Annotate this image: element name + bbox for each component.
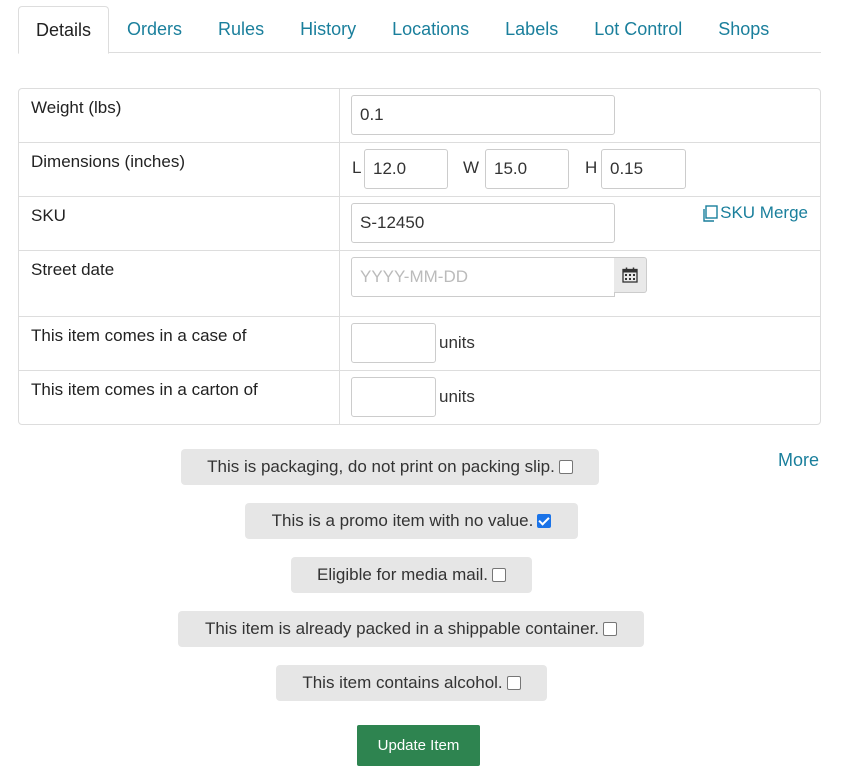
sku-row: SKU SKU Merge	[19, 197, 820, 251]
media-mail-option[interactable]: Eligible for media mail.	[291, 557, 532, 593]
media-mail-option-label: Eligible for media mail.	[316, 565, 488, 584]
calendar-icon	[622, 267, 638, 283]
length-input[interactable]	[364, 149, 448, 189]
media-mail-checkbox[interactable]	[492, 568, 506, 582]
alcohol-checkbox[interactable]	[506, 676, 521, 690]
street-date-label: Street date	[31, 260, 115, 279]
prepacked-checkbox[interactable]	[603, 622, 618, 636]
carton-label: This item comes in a carton of	[31, 380, 258, 399]
weight-row: Weight (lbs)	[19, 89, 820, 143]
packaging-option-label: This is packaging, do not print on packi…	[207, 457, 555, 476]
weight-input[interactable]	[351, 95, 615, 135]
packaging-option[interactable]: This is packaging, do not print on packi…	[181, 449, 599, 485]
more-link[interactable]: More	[778, 450, 819, 471]
case-row: This item comes in a case of units	[19, 317, 820, 371]
promo-checkbox[interactable]	[537, 514, 552, 528]
sku-merge-label: SKU Merge	[720, 203, 808, 222]
dimensions-label: Dimensions (inches)	[31, 152, 185, 171]
length-label: L	[352, 158, 362, 177]
item-details-table: Weight (lbs) Dimensions (inches) L W H S…	[18, 88, 821, 425]
tab-shops[interactable]: Shops	[700, 6, 787, 53]
prepacked-option-label: This item is already packed in a shippab…	[204, 619, 600, 638]
tab-bar: Details Orders Rules History Locations L…	[18, 6, 821, 54]
height-input[interactable]	[601, 149, 686, 189]
tab-lot-control[interactable]: Lot Control	[576, 6, 700, 53]
carton-units-label: units	[439, 387, 475, 406]
carton-quantity-input[interactable]	[351, 377, 436, 417]
promo-option[interactable]: This is a promo item with no value.	[245, 503, 578, 539]
tab-rules[interactable]: Rules	[200, 6, 282, 53]
tab-details[interactable]: Details	[18, 6, 110, 54]
packaging-checkbox[interactable]	[558, 460, 573, 474]
case-quantity-input[interactable]	[351, 323, 436, 363]
width-label: W	[463, 158, 480, 177]
tab-labels[interactable]: Labels	[487, 6, 576, 53]
alcohol-option-label: This item contains alcohol.	[302, 673, 503, 692]
case-label: This item comes in a case of	[31, 326, 247, 345]
height-label: H	[585, 158, 598, 177]
case-units-label: units	[439, 333, 475, 352]
promo-option-label: This is a promo item with no value.	[271, 511, 534, 530]
width-input[interactable]	[485, 149, 569, 189]
alcohol-option[interactable]: This item contains alcohol.	[276, 665, 547, 701]
weight-label: Weight (lbs)	[31, 98, 122, 117]
sku-label: SKU	[31, 206, 66, 225]
tab-orders[interactable]: Orders	[109, 6, 200, 53]
sku-input[interactable]	[351, 203, 615, 243]
tab-locations[interactable]: Locations	[374, 6, 487, 53]
copy-icon	[702, 204, 718, 222]
dimensions-row: Dimensions (inches) L W H	[19, 143, 820, 197]
sku-merge-link[interactable]: SKU Merge	[702, 203, 808, 223]
street-date-input[interactable]	[351, 257, 615, 297]
street-date-row: Street date	[19, 251, 820, 317]
update-item-button[interactable]: Update Item	[357, 725, 480, 766]
date-picker-button[interactable]	[614, 257, 647, 293]
carton-row: This item comes in a carton of units	[19, 371, 820, 424]
tab-history[interactable]: History	[282, 6, 374, 53]
prepacked-option[interactable]: This item is already packed in a shippab…	[178, 611, 644, 647]
